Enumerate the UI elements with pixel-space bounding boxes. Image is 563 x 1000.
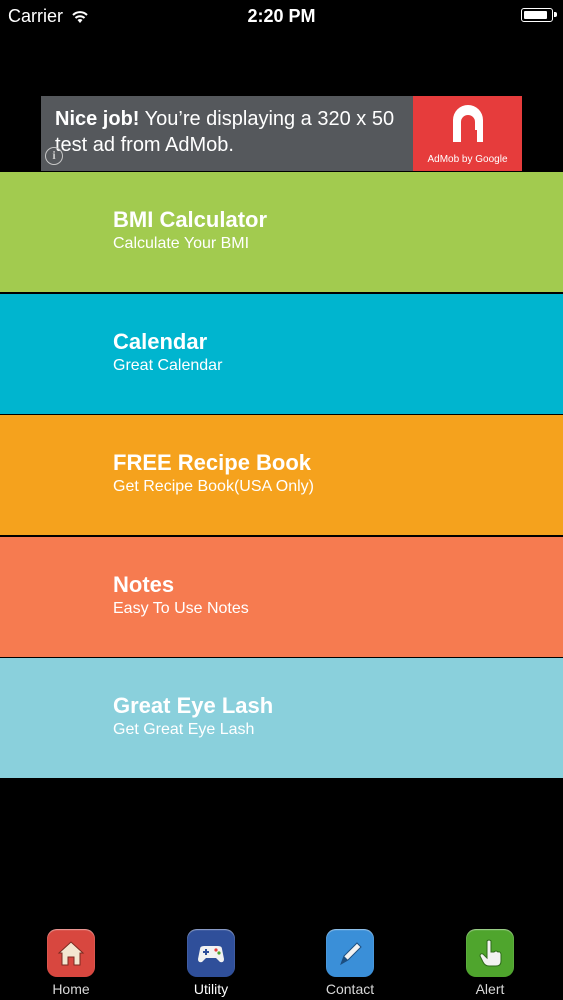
ad-headline: Nice job! (55, 108, 140, 130)
battery-icon (521, 8, 557, 22)
tab-label: Utility (193, 981, 229, 997)
menu-item-title: FREE Recipe Book (113, 450, 312, 475)
menu-item-title: BMI Calculator (113, 207, 268, 232)
status-bar: Carrier 2:20 PM (0, 0, 563, 34)
menu-item-bmi-calculator[interactable]: BMI Calculator Calculate Your BMI (0, 172, 563, 292)
tab-label: Alert (475, 981, 505, 997)
menu-item-recipe-book[interactable]: FREE Recipe Book Get Recipe Book(USA Onl… (0, 415, 563, 535)
menu-list: BMI Calculator Calculate Your BMI Calend… (0, 172, 563, 780)
menu-item-eye-lash[interactable]: Great Eye Lash Get Great Eye Lash (0, 658, 563, 778)
tab-alert[interactable]: Alert (450, 924, 530, 1000)
clock: 2:20 PM (247, 6, 316, 26)
menu-item-subtitle: Easy To Use Notes (113, 599, 249, 617)
tab-utility[interactable]: Utility (171, 924, 251, 1000)
menu-item-subtitle: Get Great Eye Lash (113, 721, 255, 738)
tab-bar: Home Utility Contact Alert (0, 924, 563, 1000)
menu-item-subtitle: Great Calendar (113, 356, 223, 374)
menu-item-title: Calendar (113, 328, 208, 354)
ad-banner[interactable]: Nice job! You’re displaying a 320 x 50 t… (41, 96, 522, 171)
tab-contact[interactable]: Contact (310, 924, 390, 1000)
tab-home[interactable]: Home (31, 924, 111, 1000)
tab-label: Home (52, 981, 90, 997)
hand-pointer-icon (466, 929, 514, 977)
home-icon (47, 929, 95, 977)
menu-item-subtitle: Calculate Your BMI (113, 235, 250, 252)
gamepad-icon (187, 929, 235, 977)
admob-logo-icon (453, 105, 483, 142)
menu-item-subtitle: Get Recipe Book(USA Only) (113, 478, 314, 495)
ad-text: Nice job! You’re displaying a 320 x 50 t… (55, 106, 405, 158)
admob-logo-text: AdMob by Google (427, 154, 508, 165)
pen-icon (326, 929, 374, 977)
menu-item-calendar[interactable]: Calendar Great Calendar (0, 293, 563, 414)
menu-item-title: Notes (113, 571, 175, 597)
info-icon[interactable]: i (45, 147, 63, 165)
menu-item-notes[interactable]: Notes Easy To Use Notes (0, 536, 563, 657)
admob-logo: AdMob by Google (413, 96, 522, 171)
menu-item-title: Great Eye Lash (113, 693, 274, 718)
tab-label: Contact (325, 981, 375, 997)
